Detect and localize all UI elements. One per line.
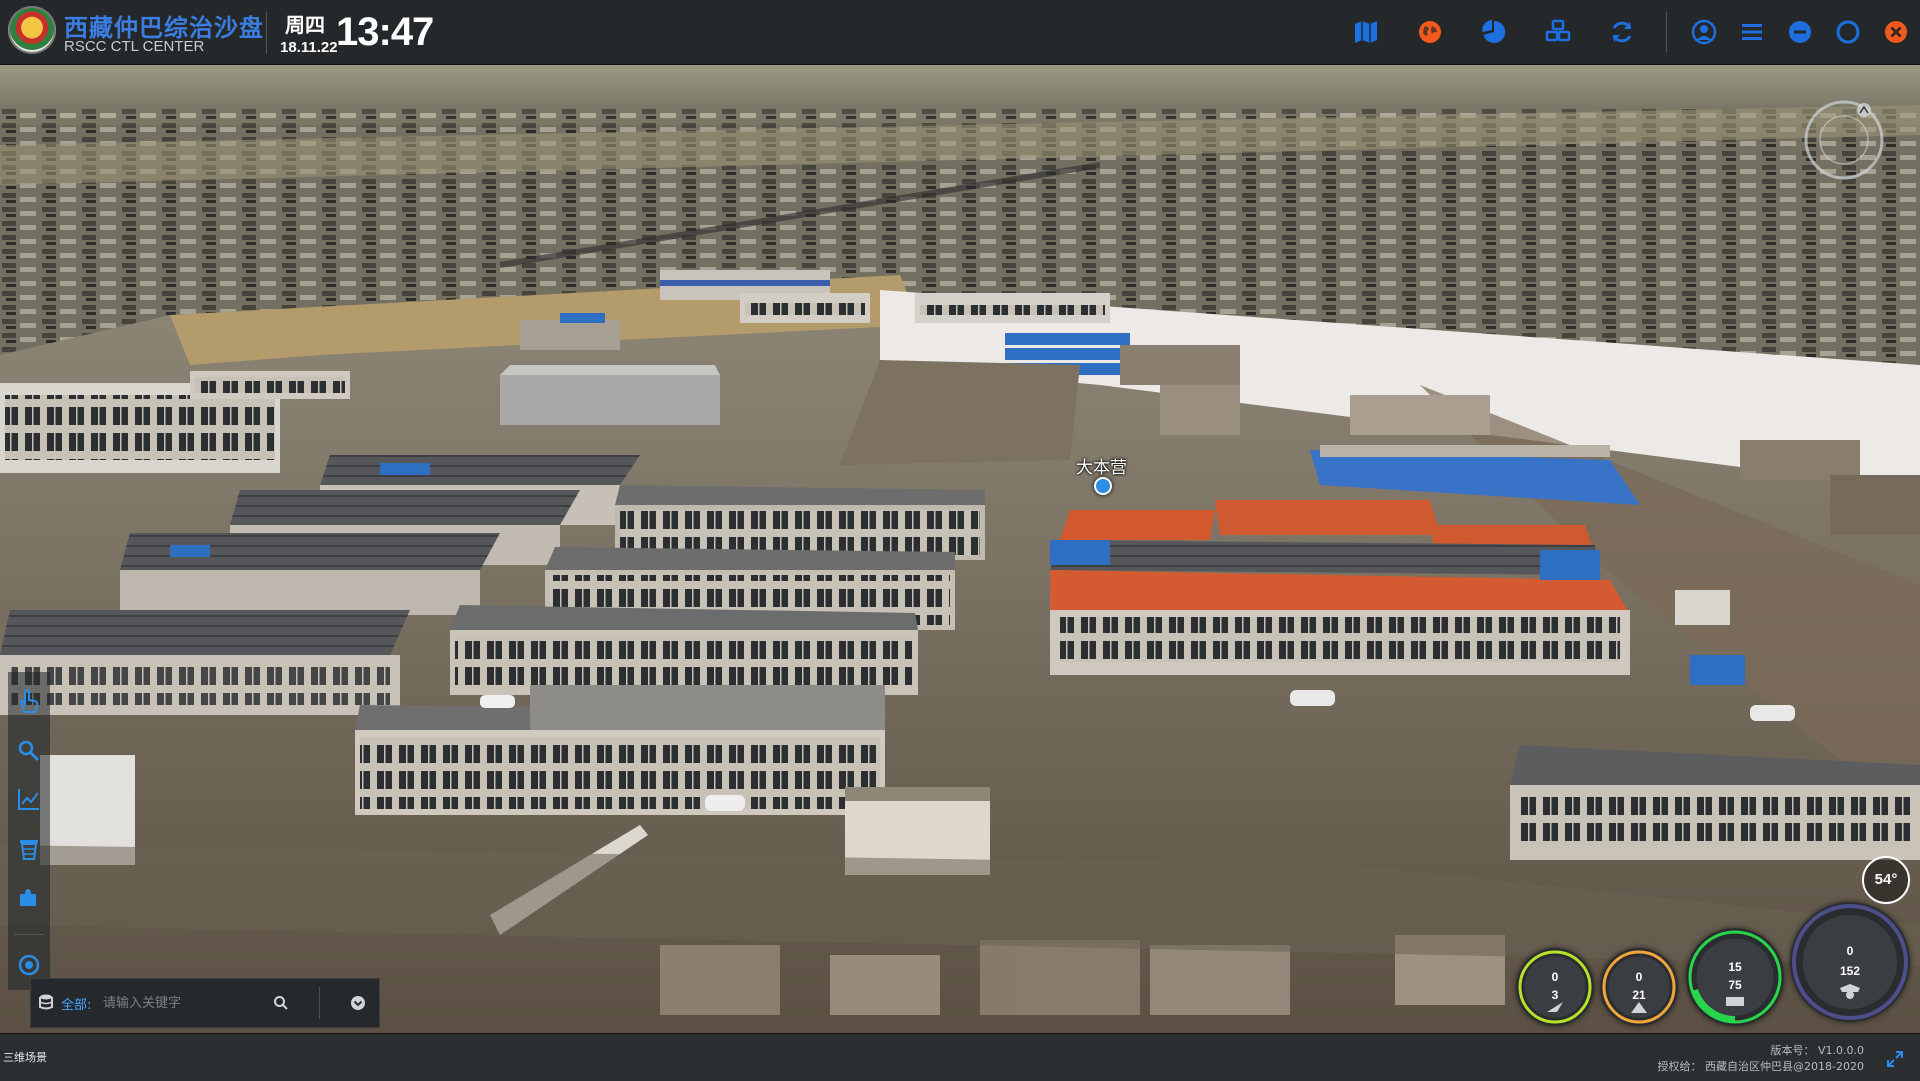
search-divider bbox=[319, 987, 320, 1019]
search-icon[interactable] bbox=[273, 995, 289, 1011]
minimize-icon[interactable] bbox=[1786, 18, 1814, 46]
search-input[interactable] bbox=[101, 990, 285, 1016]
close-icon[interactable] bbox=[1882, 18, 1910, 46]
target-icon[interactable] bbox=[16, 952, 42, 978]
app-logo bbox=[8, 6, 56, 54]
city-model bbox=[0, 65, 1920, 1033]
top-bar: 西藏仲巴综治沙盘 RSCC CTL CENTER 周四 18.11.22 13:… bbox=[0, 0, 1920, 65]
gauge-2[interactable]: 0 21 bbox=[1600, 948, 1678, 1026]
place-label: 大本营 bbox=[1076, 458, 1127, 478]
gauge-ring bbox=[1792, 904, 1908, 1020]
gauge-3[interactable]: 15 75 bbox=[1686, 928, 1784, 1026]
arrow-icon bbox=[1547, 1002, 1563, 1012]
maximize-icon[interactable] bbox=[1834, 18, 1862, 46]
left-toolbar bbox=[8, 672, 50, 990]
globe-icon[interactable] bbox=[1416, 18, 1444, 46]
3d-scene-viewport[interactable]: 大本营 bbox=[0, 65, 1920, 1033]
clock-time: 13:47 bbox=[336, 10, 434, 54]
map-icon[interactable] bbox=[1352, 18, 1380, 46]
gauge-value-top: 0 bbox=[1846, 944, 1854, 958]
vehicle-icon bbox=[1726, 997, 1744, 1006]
gauge-ring bbox=[1602, 950, 1676, 1024]
scene-mode-label: 三维场景 bbox=[3, 1051, 47, 1064]
police-icon bbox=[1840, 984, 1860, 999]
gauge-ring bbox=[1688, 930, 1782, 1024]
app-subtitle: RSCC CTL CENTER bbox=[64, 38, 205, 55]
chevron-down-icon[interactable] bbox=[349, 994, 367, 1012]
user-icon[interactable] bbox=[1690, 18, 1718, 46]
database-icon[interactable] bbox=[37, 993, 55, 1011]
header-divider bbox=[266, 12, 267, 54]
date: 18.11.22 bbox=[280, 39, 338, 56]
gauge-1[interactable]: 0 3 bbox=[1516, 948, 1594, 1026]
location-marker[interactable] bbox=[1094, 477, 1112, 495]
puzzle-icon[interactable] bbox=[16, 884, 42, 910]
view-angle-indicator[interactable]: 54° bbox=[1862, 856, 1910, 904]
search-bar: 全部: bbox=[30, 978, 380, 1028]
license-text: 授权给： 西藏自治区仲巴县@2018-2020 bbox=[1657, 1060, 1864, 1073]
compass-icon[interactable] bbox=[1802, 98, 1886, 182]
gauge-value-top: 0 bbox=[1551, 970, 1559, 984]
weekday: 周四 bbox=[285, 13, 325, 37]
gauge-value-top: 0 bbox=[1635, 970, 1643, 984]
trash-icon[interactable] bbox=[16, 836, 42, 862]
version-text: 版本号： V1.0.0.0 bbox=[1770, 1044, 1864, 1057]
status-bar: 三维场景 版本号： V1.0.0.0 授权给： 西藏自治区仲巴县@2018-20… bbox=[0, 1033, 1920, 1081]
pie-chart-icon[interactable] bbox=[1480, 18, 1508, 46]
gauge-ring bbox=[1518, 950, 1592, 1024]
gauge-4[interactable]: 0 152 bbox=[1790, 902, 1910, 1022]
gauge-value-bottom: 152 bbox=[1839, 964, 1861, 978]
layers-icon[interactable] bbox=[1544, 18, 1572, 46]
tent-icon bbox=[1631, 1002, 1647, 1013]
search-scope-label[interactable]: 全部: bbox=[61, 994, 91, 1013]
menu-icon[interactable] bbox=[1738, 18, 1766, 46]
chart-icon[interactable] bbox=[16, 786, 42, 812]
refresh-icon[interactable] bbox=[1608, 18, 1636, 46]
toolbar-divider bbox=[14, 934, 44, 935]
gauge-value-top: 15 bbox=[1728, 960, 1742, 974]
expand-icon[interactable] bbox=[1886, 1050, 1904, 1068]
hand-icon[interactable] bbox=[16, 688, 42, 714]
toolbar-divider bbox=[1666, 12, 1667, 52]
search-zoom-icon[interactable] bbox=[16, 738, 42, 764]
gauge-value-bottom: 75 bbox=[1728, 978, 1742, 992]
